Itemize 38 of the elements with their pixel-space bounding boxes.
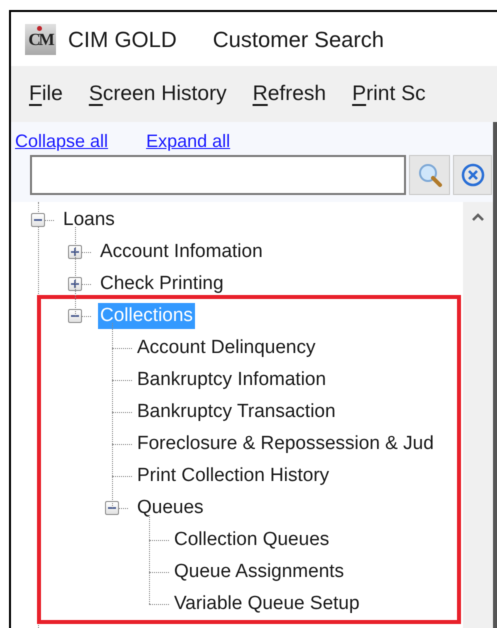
collapse-toggle[interactable] — [68, 309, 82, 323]
menu-item[interactable]: Print Sc — [346, 78, 432, 110]
collapse-toggle[interactable] — [105, 501, 119, 515]
scroll-up-icon[interactable] — [471, 212, 485, 222]
app-logo: CM — [25, 24, 56, 54]
app-name: CIM GOLD — [68, 26, 177, 54]
tree-item[interactable]: Foreclosure & Repossession & Jud — [135, 431, 436, 457]
plus-icon — [71, 248, 79, 256]
minus-icon — [108, 504, 116, 512]
scrollbar[interactable] — [463, 202, 493, 628]
expand-toggle[interactable] — [68, 277, 82, 291]
tree-item[interactable]: Check Printing — [98, 271, 226, 297]
tree-item[interactable]: Account Infomation — [98, 239, 265, 265]
tree-item[interactable]: Collection Queues — [172, 527, 332, 553]
collapse-toggle[interactable] — [31, 213, 45, 227]
menu-item[interactable]: File — [23, 78, 69, 110]
minus-icon — [71, 312, 79, 320]
tree-item[interactable]: Bankruptcy Infomation — [135, 367, 328, 393]
search-field[interactable] — [30, 155, 406, 195]
close-icon — [460, 163, 484, 187]
search-button[interactable] — [409, 155, 450, 195]
tree-item[interactable]: Print Collection History — [135, 463, 332, 489]
tree-item[interactable]: Queues — [135, 495, 206, 521]
menu-item[interactable]: Refresh — [246, 78, 332, 110]
tree-item[interactable]: Queue Assignments — [172, 559, 346, 585]
link[interactable]: Expand all — [146, 130, 230, 152]
menu-item[interactable]: Screen History — [82, 78, 233, 110]
minus-icon — [34, 216, 42, 224]
expand-toggle[interactable] — [68, 245, 82, 259]
tree-item[interactable]: Account Delinquency — [135, 335, 318, 361]
plus-icon — [71, 280, 79, 288]
window-title: Customer Search — [212, 26, 384, 54]
tree-item[interactable]: Loans — [61, 207, 117, 233]
search-icon — [416, 162, 442, 188]
link[interactable]: Collapse all — [15, 130, 108, 152]
tree-item[interactable]: Variable Queue Setup — [172, 591, 362, 617]
clear-button[interactable] — [453, 155, 492, 195]
tree-item[interactable]: Bankruptcy Transaction — [135, 399, 338, 425]
